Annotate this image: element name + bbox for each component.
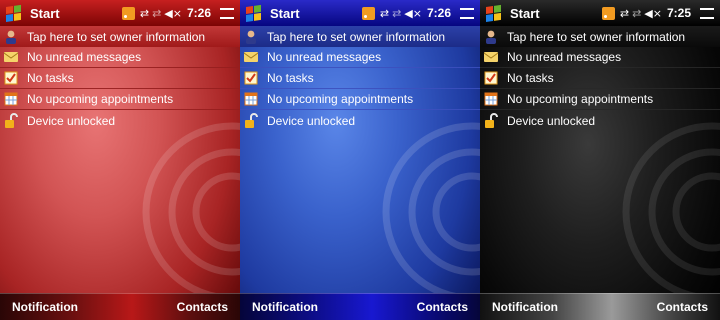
device-lock-label: Device unlocked [267, 113, 356, 128]
tasks-label: No tasks [267, 71, 314, 85]
tasks-icon [482, 69, 500, 87]
unlocked-padlock-icon [242, 112, 260, 130]
messages-item[interactable]: No unread messages [480, 47, 720, 68]
owner-info-item[interactable]: Tap here to set owner information [0, 26, 240, 47]
device-lock-label: Device unlocked [27, 113, 116, 128]
messages-icon [2, 48, 20, 66]
connectivity-arrows-icon[interactable]: ⇄ [140, 7, 149, 20]
tasks-item[interactable]: No tasks [0, 68, 240, 89]
unlocked-padlock-icon [2, 112, 20, 130]
phone-screen-black: Start ⇄ ⇄ ◀× 7:25 Tap here to set owner … [480, 0, 720, 320]
notification-softkey[interactable]: Notification [492, 300, 558, 314]
messages-item[interactable]: No unread messages [0, 47, 240, 68]
messages-icon [482, 48, 500, 66]
unlocked-padlock-icon [482, 112, 500, 130]
signal-icon[interactable]: ⇄ [392, 7, 401, 20]
rss-feed-icon[interactable] [121, 6, 135, 20]
windows-start-flag-icon[interactable] [0, 0, 26, 26]
appointments-item[interactable]: No upcoming appointments [0, 89, 240, 110]
rss-feed-icon[interactable] [361, 6, 375, 20]
messages-item[interactable]: No unread messages [240, 47, 480, 68]
appointments-item[interactable]: No upcoming appointments [240, 89, 480, 110]
tasks-label: No tasks [27, 71, 74, 85]
appointments-label: No upcoming appointments [507, 92, 654, 106]
calendar-icon [482, 90, 500, 108]
menu-icon[interactable] [700, 7, 714, 19]
three-theme-screenshots: Start ⇄ ⇄ ◀× 7:26 Tap here to set owner … [0, 0, 720, 320]
title-bar: Start ⇄ ⇄ ◀× 7:26 [240, 0, 480, 26]
owner-info-label: Tap here to set owner information [267, 29, 446, 44]
soft-key-bar: Notification Contacts [480, 293, 720, 320]
calendar-icon [2, 90, 20, 108]
today-list: Tap here to set owner information No unr… [240, 26, 480, 131]
appointments-item[interactable]: No upcoming appointments [480, 89, 720, 110]
owner-info-label: Tap here to set owner information [507, 29, 686, 44]
menu-icon[interactable] [460, 7, 474, 19]
messages-label: No unread messages [27, 50, 142, 64]
owner-info-label: Tap here to set owner information [27, 29, 206, 44]
menu-icon[interactable] [220, 7, 234, 19]
device-lock-label: Device unlocked [507, 113, 596, 128]
owner-info-icon [2, 28, 20, 46]
speaker-icon[interactable]: ◀× [404, 7, 422, 20]
contacts-softkey[interactable]: Contacts [657, 300, 708, 314]
tasks-icon [2, 69, 20, 87]
title-text[interactable]: Start [270, 6, 342, 21]
owner-info-icon [242, 28, 260, 46]
title-bar: Start ⇄ ⇄ ◀× 7:25 [480, 0, 720, 26]
owner-info-item[interactable]: Tap here to set owner information [240, 26, 480, 47]
phone-screen-red: Start ⇄ ⇄ ◀× 7:26 Tap here to set owner … [0, 0, 240, 320]
notification-softkey[interactable]: Notification [12, 300, 78, 314]
today-list: Tap here to set owner information No unr… [0, 26, 240, 131]
device-lock-item[interactable]: Device unlocked [0, 110, 240, 131]
owner-info-item[interactable]: Tap here to set owner information [480, 26, 720, 47]
device-lock-item[interactable]: Device unlocked [480, 110, 720, 131]
soft-key-bar: Notification Contacts [240, 293, 480, 320]
rss-feed-icon[interactable] [601, 6, 615, 20]
windows-start-flag-icon[interactable] [240, 0, 266, 26]
status-icons: ⇄ ⇄ ◀× 7:26 [121, 6, 240, 20]
signal-icon[interactable]: ⇄ [632, 7, 641, 20]
status-icons: ⇄ ⇄ ◀× 7:25 [601, 6, 720, 20]
phone-screen-blue: Start ⇄ ⇄ ◀× 7:26 Tap here to set owner … [240, 0, 480, 320]
tasks-item[interactable]: No tasks [240, 68, 480, 89]
speaker-icon[interactable]: ◀× [164, 7, 182, 20]
soft-key-bar: Notification Contacts [0, 293, 240, 320]
connectivity-arrows-icon[interactable]: ⇄ [620, 7, 629, 20]
windows-start-flag-icon[interactable] [480, 0, 506, 26]
connectivity-arrows-icon[interactable]: ⇄ [380, 7, 389, 20]
tasks-icon [242, 69, 260, 87]
contacts-softkey[interactable]: Contacts [417, 300, 468, 314]
appointments-label: No upcoming appointments [27, 92, 174, 106]
clock[interactable]: 7:26 [187, 6, 211, 20]
signal-icon[interactable]: ⇄ [152, 7, 161, 20]
contacts-softkey[interactable]: Contacts [177, 300, 228, 314]
clock[interactable]: 7:25 [667, 6, 691, 20]
appointments-label: No upcoming appointments [267, 92, 414, 106]
messages-icon [242, 48, 260, 66]
status-icons: ⇄ ⇄ ◀× 7:26 [361, 6, 480, 20]
calendar-icon [242, 90, 260, 108]
tasks-label: No tasks [507, 71, 554, 85]
owner-info-icon [482, 28, 500, 46]
title-text[interactable]: Start [30, 6, 102, 21]
title-bar: Start ⇄ ⇄ ◀× 7:26 [0, 0, 240, 26]
messages-label: No unread messages [507, 50, 622, 64]
notification-softkey[interactable]: Notification [252, 300, 318, 314]
tasks-item[interactable]: No tasks [480, 68, 720, 89]
today-list: Tap here to set owner information No unr… [480, 26, 720, 131]
messages-label: No unread messages [267, 50, 382, 64]
title-text[interactable]: Start [510, 6, 582, 21]
speaker-icon[interactable]: ◀× [644, 7, 662, 20]
device-lock-item[interactable]: Device unlocked [240, 110, 480, 131]
clock[interactable]: 7:26 [427, 6, 451, 20]
